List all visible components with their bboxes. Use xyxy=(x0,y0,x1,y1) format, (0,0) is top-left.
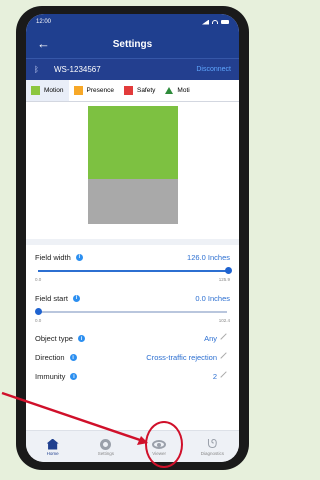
start-zone xyxy=(88,179,178,224)
info-icon[interactable]: i xyxy=(70,373,78,380)
status-bar: 12:00 xyxy=(26,14,239,30)
battery-icon xyxy=(221,20,229,24)
motion-icon xyxy=(31,86,40,95)
immunity-value: 2 xyxy=(212,372,217,381)
home-icon xyxy=(46,438,59,450)
field-width-label: Field width xyxy=(35,252,71,262)
stethoscope-icon: ᘎ xyxy=(207,436,218,451)
field-start-label: Field start xyxy=(35,293,68,303)
nav-label: Diagnostics xyxy=(200,450,224,456)
field-width-setting: Field width i 126.0 Inches 0.0 125.9 xyxy=(26,249,239,285)
field-start-setting: Field start i 0.0 Inches 0.0 102.4 xyxy=(26,290,239,326)
slider-track xyxy=(38,311,227,313)
immunity-label: Immunity xyxy=(35,372,66,381)
detection-zone xyxy=(88,106,178,224)
tab-label: Presence xyxy=(86,87,114,94)
tab-motion[interactable]: Motion xyxy=(26,80,69,101)
safety-icon xyxy=(123,86,133,95)
field-width-slider[interactable] xyxy=(35,267,232,274)
object-type-setting[interactable]: Object type i Any xyxy=(26,329,239,348)
app-screen: 12:00 ← Settings ᛒ WS-1234567 Disconnect… xyxy=(26,14,239,462)
immunity-setting[interactable]: Immunity i 2 xyxy=(26,367,239,386)
info-icon[interactable]: i xyxy=(69,354,77,361)
field-start-slider[interactable] xyxy=(35,308,230,315)
triangle-icon xyxy=(165,87,174,94)
arrow-left-icon[interactable]: ← xyxy=(37,36,50,51)
nav-label: Settings xyxy=(97,450,114,456)
nav-home[interactable]: Home xyxy=(33,438,73,456)
field-zone xyxy=(88,106,178,179)
tab-safety[interactable]: Safety xyxy=(119,80,160,101)
edit-icon[interactable] xyxy=(220,370,232,383)
slider-max: 102.4 xyxy=(218,318,230,323)
nav-label: Home xyxy=(46,450,59,456)
object-type-label: Object type xyxy=(35,334,73,343)
disconnect-button[interactable]: Disconnect xyxy=(196,66,231,73)
divider xyxy=(26,239,239,245)
gear-icon xyxy=(100,438,112,450)
edit-icon[interactable] xyxy=(220,351,232,364)
slider-fill xyxy=(38,270,228,272)
mode-tabs: Motion Presence Safety Moti xyxy=(26,80,239,102)
tab-label: Moti xyxy=(177,87,190,94)
object-type-value: Any xyxy=(204,334,217,343)
direction-setting[interactable]: Direction i Cross-traffic rejection xyxy=(26,348,239,367)
wifi-icon xyxy=(212,20,218,24)
slider-min: 0.0 xyxy=(35,277,42,282)
app-bar: ← Settings xyxy=(26,30,239,58)
tab-motion-2[interactable]: Moti xyxy=(160,80,194,101)
info-icon[interactable]: i xyxy=(77,335,85,342)
info-icon[interactable]: i xyxy=(75,253,83,261)
direction-label: Direction xyxy=(35,353,65,362)
slider-thumb[interactable] xyxy=(35,308,42,315)
presence-icon xyxy=(73,86,83,95)
edit-icon[interactable] xyxy=(220,332,232,345)
status-time: 12:00 xyxy=(36,19,52,25)
device-name: WS-1234567 xyxy=(54,65,101,74)
tab-label: Motion xyxy=(44,87,64,94)
signal-icon xyxy=(202,19,209,25)
tab-label: Safety xyxy=(136,87,156,94)
field-preview xyxy=(26,102,239,239)
field-width-value: 126.0 Inches xyxy=(187,252,230,262)
direction-value: Cross-traffic rejection xyxy=(146,353,217,362)
slider-thumb[interactable] xyxy=(225,267,232,274)
bluetooth-icon: ᛒ xyxy=(34,65,39,74)
status-icons xyxy=(202,19,229,25)
bottom-nav: Home Settings Viewer ᘎ Diagnostics xyxy=(26,430,239,462)
page-title: Settings xyxy=(112,38,153,50)
field-start-value: 0.0 Inches xyxy=(195,293,230,303)
nav-settings[interactable]: Settings xyxy=(86,438,126,456)
annotation-circle xyxy=(145,421,183,468)
info-icon[interactable]: i xyxy=(72,294,80,302)
device-bar: ᛒ WS-1234567 Disconnect xyxy=(26,58,239,80)
slider-min: 0.0 xyxy=(35,318,42,323)
slider-max: 125.9 xyxy=(218,277,230,282)
nav-diagnostics[interactable]: ᘎ Diagnostics xyxy=(192,436,232,456)
tab-presence[interactable]: Presence xyxy=(69,80,119,101)
